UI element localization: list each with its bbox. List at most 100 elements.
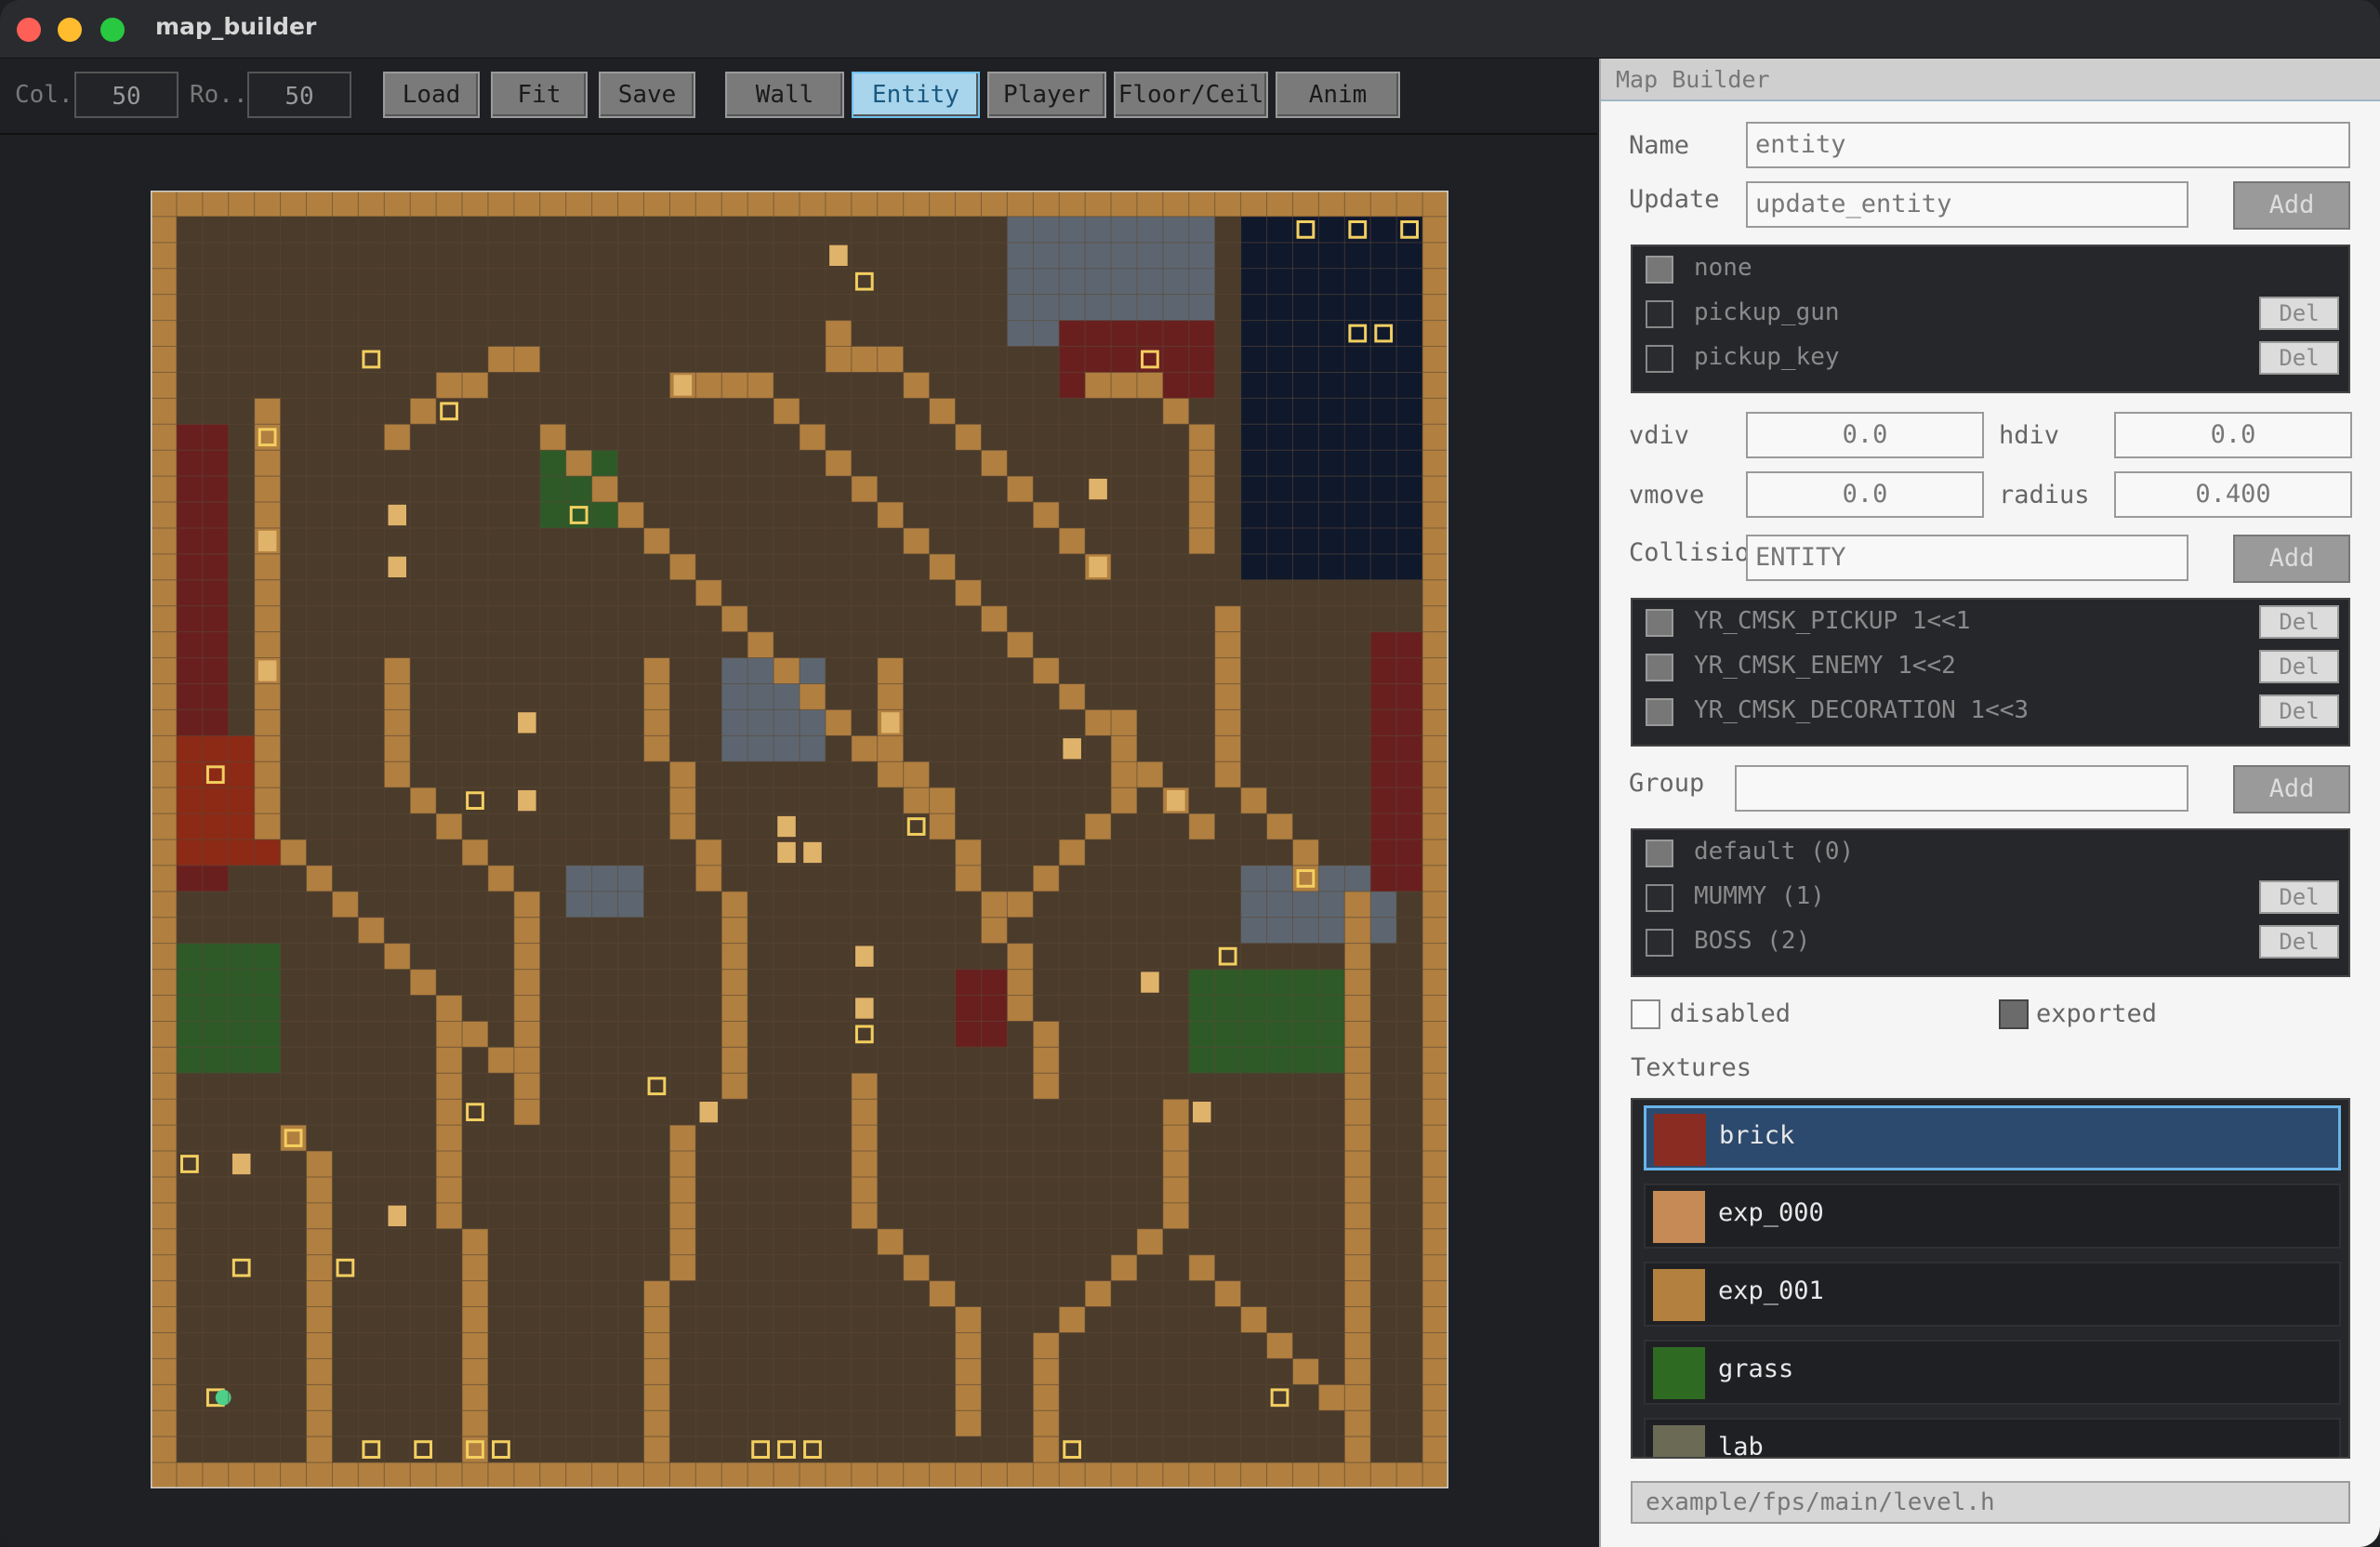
wall-tile <box>981 605 1008 632</box>
door-tile <box>1063 738 1081 760</box>
delete-button[interactable]: Del <box>2259 694 2339 728</box>
name-input[interactable]: entity <box>1746 122 2350 168</box>
minimize-window-button[interactable] <box>58 18 82 42</box>
collision-input[interactable]: ENTITY <box>1746 535 2188 581</box>
list-item[interactable]: default (0) <box>1633 830 2348 875</box>
texture-item-brick[interactable]: brick <box>1644 1105 2341 1170</box>
delete-button[interactable]: Del <box>2259 925 2339 959</box>
list-item[interactable]: YR_CMSK_PICKUP 1<<1 Del <box>1633 600 2348 644</box>
wall-tile <box>254 605 281 632</box>
wall-tile <box>669 1254 696 1281</box>
wall-tile <box>384 657 411 684</box>
hdiv-input[interactable]: 0.0 <box>2114 412 2352 458</box>
close-window-button[interactable] <box>17 18 41 42</box>
vmove-input[interactable]: 0.0 <box>1746 471 1984 518</box>
columns-input[interactable]: 50 <box>74 72 178 118</box>
update-label: Update <box>1629 185 1720 214</box>
wall-tile <box>721 605 748 632</box>
map-grid[interactable] <box>151 191 1448 1488</box>
wall-tile <box>462 1280 488 1307</box>
wall-tile <box>1344 1073 1371 1100</box>
wall-tile <box>1344 969 1371 996</box>
wall-tile <box>929 1280 956 1307</box>
wall-tile <box>1085 813 1112 840</box>
wall-tile <box>254 476 281 503</box>
radius-input[interactable]: 0.400 <box>2114 471 2352 518</box>
list-item[interactable]: MUMMY (1) Del <box>1633 875 2348 919</box>
map-canvas-area <box>0 135 1597 1547</box>
mode-floor-ceil-button[interactable]: Floor/Ceil <box>1114 72 1268 118</box>
delete-button[interactable]: Del <box>2259 297 2339 330</box>
wall-tile <box>410 398 437 425</box>
wall-tile <box>955 1306 982 1333</box>
save-button[interactable]: Save <box>599 72 695 118</box>
list-item[interactable]: YR_CMSK_ENEMY 1<<2 Del <box>1633 644 2348 689</box>
exported-checkbox[interactable] <box>1999 999 2029 1029</box>
maximize-window-button[interactable] <box>100 18 125 42</box>
group-default-checkbox[interactable] <box>1646 840 1673 867</box>
wall-tile <box>306 1332 333 1359</box>
wall-tile <box>1188 450 1215 477</box>
delete-button[interactable]: Del <box>2259 880 2339 914</box>
wall-tile <box>1033 1410 1060 1437</box>
update-pickup-gun-checkbox[interactable] <box>1646 300 1673 328</box>
list-item[interactable]: YR_CMSK_DECORATION 1<<3 Del <box>1633 689 2348 734</box>
wall-tile <box>851 1099 878 1126</box>
update-none-checkbox[interactable] <box>1646 256 1673 284</box>
load-button[interactable]: Load <box>383 72 480 118</box>
update-pickup-key-checkbox[interactable] <box>1646 345 1673 373</box>
update-input[interactable]: update_entity <box>1746 181 2188 228</box>
vdiv-input[interactable]: 0.0 <box>1746 412 1984 458</box>
update-add-button[interactable]: Add <box>2233 181 2350 230</box>
texture-item-exp-001[interactable]: exp_001 <box>1644 1262 2341 1327</box>
list-item[interactable]: pickup_gun Del <box>1633 291 2348 336</box>
texture-item-exp-000[interactable]: exp_000 <box>1644 1183 2341 1249</box>
wall-tile <box>903 1254 930 1281</box>
collision-pickup-checkbox[interactable] <box>1646 609 1673 637</box>
wall-tile <box>877 683 904 710</box>
wall-tile <box>436 1099 463 1126</box>
fit-button[interactable]: Fit <box>491 72 588 118</box>
radius-label: radius <box>1999 481 2090 509</box>
group-add-button[interactable]: Add <box>2233 765 2350 813</box>
list-item[interactable]: pickup_key Del <box>1633 336 2348 380</box>
list-item[interactable]: none <box>1633 246 2348 291</box>
mode-anim-button[interactable]: Anim <box>1276 72 1400 118</box>
textures-list: brick exp_000 exp_001 grass lab <box>1631 1098 2350 1459</box>
wall-tile <box>1344 1358 1371 1385</box>
wall-tile <box>1344 1254 1371 1281</box>
collision-add-button[interactable]: Add <box>2233 535 2350 583</box>
wall-tile <box>1111 372 1137 399</box>
wall-tile <box>643 1384 670 1411</box>
delete-button[interactable]: Del <box>2259 341 2339 375</box>
wall-tile <box>721 1021 748 1048</box>
collision-enemy-checkbox[interactable] <box>1646 654 1673 681</box>
group-input[interactable] <box>1735 765 2188 812</box>
mode-wall-button[interactable]: Wall <box>725 72 844 118</box>
wall-tile <box>384 424 411 451</box>
wall-tile <box>306 1306 333 1333</box>
delete-button[interactable]: Del <box>2259 650 2339 683</box>
wall-tile <box>669 1176 696 1203</box>
wall-tile <box>384 709 411 736</box>
delete-button[interactable]: Del <box>2259 605 2339 639</box>
texture-item-lab[interactable]: lab <box>1644 1418 2341 1457</box>
panel-header: Map Builder <box>1601 59 2380 101</box>
wall-tile <box>462 1410 488 1437</box>
texture-item-grass[interactable]: grass <box>1644 1340 2341 1405</box>
list-item[interactable]: BOSS (2) Del <box>1633 919 2348 964</box>
wall-tile <box>1111 709 1137 736</box>
lab-thumbnail <box>1653 1425 1705 1457</box>
mode-entity-button[interactable]: Entity <box>852 72 980 118</box>
rows-input[interactable]: 50 <box>247 72 351 118</box>
mode-player-button[interactable]: Player <box>987 72 1106 118</box>
door-tile <box>231 1153 251 1175</box>
group-boss-checkbox[interactable] <box>1646 929 1673 957</box>
door-tile <box>518 789 536 812</box>
disabled-checkbox[interactable] <box>1631 999 1660 1029</box>
wall-tile <box>643 735 670 762</box>
wall-tile <box>462 1332 488 1359</box>
wall-tile <box>669 813 696 840</box>
collision-decoration-checkbox[interactable] <box>1646 698 1673 726</box>
group-mummy-checkbox[interactable] <box>1646 884 1673 912</box>
